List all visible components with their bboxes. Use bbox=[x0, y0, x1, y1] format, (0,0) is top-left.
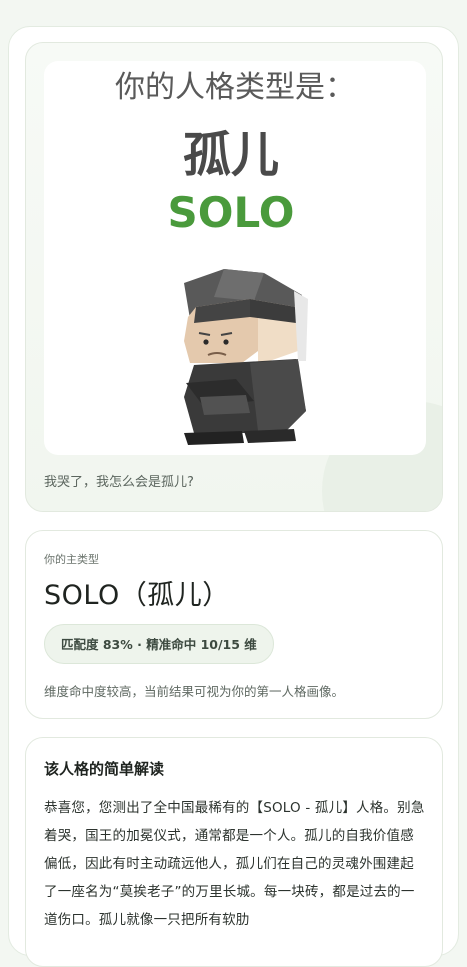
sad-character-illustration bbox=[184, 269, 308, 445]
hero-heading: 你的人格类型是： bbox=[115, 70, 355, 105]
main-type-card: 你的主类型 SOLO（孤儿） 匹配度 83% · 精准命中 10/15 维 维度… bbox=[25, 530, 443, 719]
description-body: 恭喜您，您测出了全中国最稀有的【SOLO - 孤儿】人格。别急着哭，国王的加冕仪… bbox=[44, 800, 425, 928]
personality-image: 你的人格类型是： 孤儿 SOLO bbox=[44, 61, 426, 455]
hero-caption: 我哭了，我怎么会是孤儿? bbox=[44, 475, 194, 490]
hero-cn-name: 孤儿 bbox=[183, 127, 279, 183]
main-type-note: 维度命中度较高，当前结果可视为你的第一人格画像。 bbox=[44, 684, 345, 699]
description-title: 该人格的简单解读 bbox=[44, 760, 165, 778]
hero-card: 你的人格类型是： 孤儿 SOLO 我哭了，我怎么会是孤儿? bbox=[25, 42, 443, 512]
main-type-name: SOLO（孤儿） bbox=[44, 580, 230, 611]
match-score-badge: 匹配度 83% · 精准命中 10/15 维 bbox=[44, 624, 274, 664]
main-type-label: 你的主类型 bbox=[44, 553, 99, 566]
hero-en-name: SOLO bbox=[168, 188, 295, 237]
description-card: 该人格的简单解读 恭喜您，您测出了全中国最稀有的【SOLO - 孤儿】人格。别急… bbox=[25, 737, 443, 967]
